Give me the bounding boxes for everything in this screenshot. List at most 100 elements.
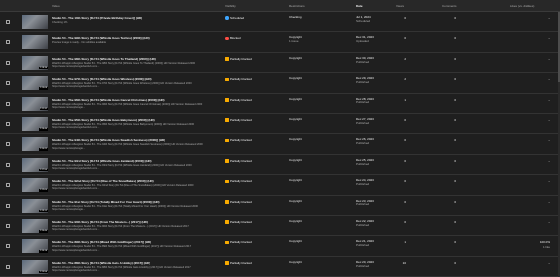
duration-badge: 1:10:18	[39, 250, 48, 253]
row-checkbox[interactable]	[6, 183, 10, 188]
video-thumbnail[interactable]: 1:18:36	[22, 55, 48, 70]
restriction-cell[interactable]: Copyright	[289, 97, 302, 102]
table-row[interactable]: 1:14:44 Studio 54 - The 90th Story [DJ 54…	[0, 216, 560, 237]
video-title[interactable]: Studio 54 - The 96th Story [DJ 54 (Whist…	[52, 98, 165, 102]
video-thumbnail[interactable]: 1:19:12	[22, 198, 48, 213]
restriction-cell[interactable]: Copyright	[289, 117, 302, 122]
restriction-cell[interactable]: Copyright	[289, 178, 302, 183]
visibility-cell[interactable]: Partially blocked	[225, 57, 252, 61]
visibility-cell[interactable]: Partially blocked	[225, 179, 252, 183]
row-checkbox[interactable]	[6, 224, 10, 228]
comments-count: 0	[454, 138, 456, 143]
table-row[interactable]: 1:15:08 Studio 54 - The 97th Story [DJ 54…	[0, 73, 560, 94]
visibility-cell[interactable]: Partially blocked	[225, 240, 252, 244]
row-checkbox[interactable]	[6, 244, 10, 249]
col-comments[interactable]: Comments	[442, 4, 457, 8]
video-title[interactable]: Studio 54 - The 91st Story [DJ 54 (Total…	[52, 200, 160, 204]
table-row[interactable]: 1:15:56 Studio 54 - The 88th Story [DJ 54…	[0, 257, 560, 277]
restriction-cell[interactable]: Copyright	[289, 260, 302, 265]
views-count: 0	[404, 179, 406, 184]
col-video[interactable]: Video	[52, 4, 60, 8]
col-visibility[interactable]: Visibility	[225, 4, 236, 8]
table-row[interactable]: 1:16:40 Studio 54 - The 95th Story [DJ 54…	[0, 114, 560, 135]
duration-badge: 1:14:22	[39, 148, 48, 151]
video-title[interactable]: Studio 54 - The 95th Story [DJ 54 (Whist…	[52, 118, 155, 122]
col-views[interactable]: Views	[396, 4, 404, 8]
visibility-label: Partially blocked	[230, 138, 252, 143]
row-checkbox[interactable]	[6, 162, 10, 167]
visibility-cell[interactable]: Partially blocked	[225, 220, 252, 224]
table-row[interactable]: 1:18:36 Studio 54 - The 98th Story [DJ 54…	[0, 53, 560, 74]
video-title[interactable]: Studio 54 - The 98th Story [DJ 54 (Whist…	[52, 57, 156, 61]
views-count: 0	[404, 118, 406, 122]
table-row[interactable]: Studio 54 - The 10th Story [DJ 54 (Priva…	[0, 12, 560, 33]
video-description: Watchin Wrappin Afterglow Studio 54 - Th…	[52, 163, 192, 171]
video-thumbnail[interactable]: 1:16:40	[22, 117, 48, 131]
col-date[interactable]: Date	[356, 4, 363, 8]
video-title[interactable]: Studio 54 - The 88th Story [DJ 54 (Whist…	[52, 261, 150, 265]
restriction-cell[interactable]: Copyright	[289, 76, 302, 81]
restriction-cell[interactable]: Copyright	[289, 219, 302, 224]
visibility-cell[interactable]: Partially blocked	[225, 98, 252, 102]
visibility-label: Blocked	[230, 36, 241, 41]
visibility-cell[interactable]: Partially blocked	[225, 118, 252, 122]
video-thumbnail[interactable]	[22, 15, 48, 29]
restriction-cell[interactable]: Copyright	[289, 138, 302, 142]
video-thumbnail[interactable]	[22, 35, 48, 50]
video-title[interactable]: Studio 54 - The 89th Story [DJ 54 (Mixed…	[52, 240, 151, 244]
restriction-cell[interactable]: Copyright	[289, 240, 302, 244]
video-thumbnail[interactable]: 1:14:22	[22, 137, 48, 152]
likes-ratio: –	[548, 56, 550, 61]
restriction-cell[interactable]: Copyright	[289, 199, 302, 204]
row-checkbox[interactable]	[6, 40, 10, 45]
video-thumbnail[interactable]: 1:10:18	[22, 239, 48, 254]
table-row[interactable]: 1:17:50 Studio 54 - The 93rd Story [DJ 54…	[0, 155, 560, 176]
row-checkbox[interactable]	[6, 81, 10, 86]
visibility-cell[interactable]: Blocked	[225, 36, 241, 40]
col-restrictions[interactable]: Restrictions	[289, 4, 305, 8]
row-checkbox[interactable]	[6, 142, 10, 147]
video-thumbnail[interactable]: 1:11:32	[22, 96, 48, 111]
visibility-cell[interactable]: Partially blocked	[225, 159, 252, 163]
video-thumbnail[interactable]: 1:15:08	[22, 76, 48, 91]
video-thumbnail[interactable]: 1:17:50	[22, 157, 48, 172]
video-title[interactable]: Studio 54 - The 97th Story [DJ 54 (Whist…	[52, 77, 152, 81]
video-title[interactable]: Studio 54 - The 90th Story [DJ 54 (From …	[52, 220, 148, 224]
date-cell: Dec 22, 2023 Published	[356, 219, 374, 228]
row-checkbox[interactable]	[6, 60, 10, 65]
table-row[interactable]: 1:11:32 Studio 54 - The 96th Story [DJ 54…	[0, 94, 560, 114]
restriction-cell[interactable]: Copyright 1 issue	[289, 36, 302, 44]
table-row[interactable]: Studio 54 - The 99th Story [DJ 54 (Whist…	[0, 32, 560, 53]
table-row[interactable]: 1:19:12 Studio 54 - The 91st Story [DJ 54…	[0, 196, 560, 216]
row-checkbox[interactable]	[6, 122, 10, 126]
row-checkbox[interactable]	[6, 101, 10, 106]
table-row[interactable]: 1:14:22 Studio 54 - The 94th Story [DJ 54…	[0, 134, 560, 155]
visibility-cell[interactable]: Scheduled	[225, 16, 244, 20]
video-title[interactable]: Studio 54 - The 92nd Story [DJ 54 (Rise …	[52, 179, 154, 183]
video-title[interactable]: Studio 54 - The 93rd Story [DJ 54 (Whist…	[52, 159, 152, 163]
views-count: 0	[404, 199, 406, 204]
visibility-cell[interactable]: Partially blocked	[225, 77, 252, 81]
visibility-cell[interactable]: Partially blocked	[225, 138, 252, 142]
row-checkbox[interactable]	[6, 203, 10, 208]
restriction-cell[interactable]: Checking	[289, 15, 302, 20]
row-checkbox[interactable]	[6, 264, 10, 269]
restriction-cell[interactable]: Copyright	[289, 56, 302, 61]
col-likes[interactable]: Likes (vs. dislikes)	[510, 4, 534, 8]
restriction-cell[interactable]: Copyright	[289, 158, 302, 163]
video-title[interactable]: Studio 54 - The 99th Story [DJ 54 (Whist…	[52, 36, 150, 40]
video-thumbnail[interactable]: 1:15:56	[22, 259, 48, 274]
table-row[interactable]: 1:10:18 Studio 54 - The 89th Story [DJ 54…	[0, 236, 560, 257]
views-count: 1	[404, 97, 406, 102]
visibility-cell[interactable]: Partially blocked	[225, 261, 252, 265]
video-thumbnail[interactable]: 1:12:04	[22, 178, 48, 193]
video-thumbnail[interactable]: 1:14:44	[22, 219, 48, 233]
views-count: 10	[402, 260, 406, 265]
video-title[interactable]: Studio 54 - The 10th Story [DJ 54 (Priva…	[52, 16, 142, 20]
video-title[interactable]: Studio 54 - The 94th Story [DJ 54 (Whist…	[52, 138, 165, 142]
date-cell: Dec 23, 2023 Published	[356, 199, 374, 208]
visibility-cell[interactable]: Partially blocked	[225, 200, 252, 204]
row-checkbox[interactable]	[6, 20, 10, 24]
table-row[interactable]: 1:12:04 Studio 54 - The 92nd Story [DJ 54…	[0, 175, 560, 196]
video-table: Video Visibility Restrictions Date Views…	[0, 0, 560, 277]
